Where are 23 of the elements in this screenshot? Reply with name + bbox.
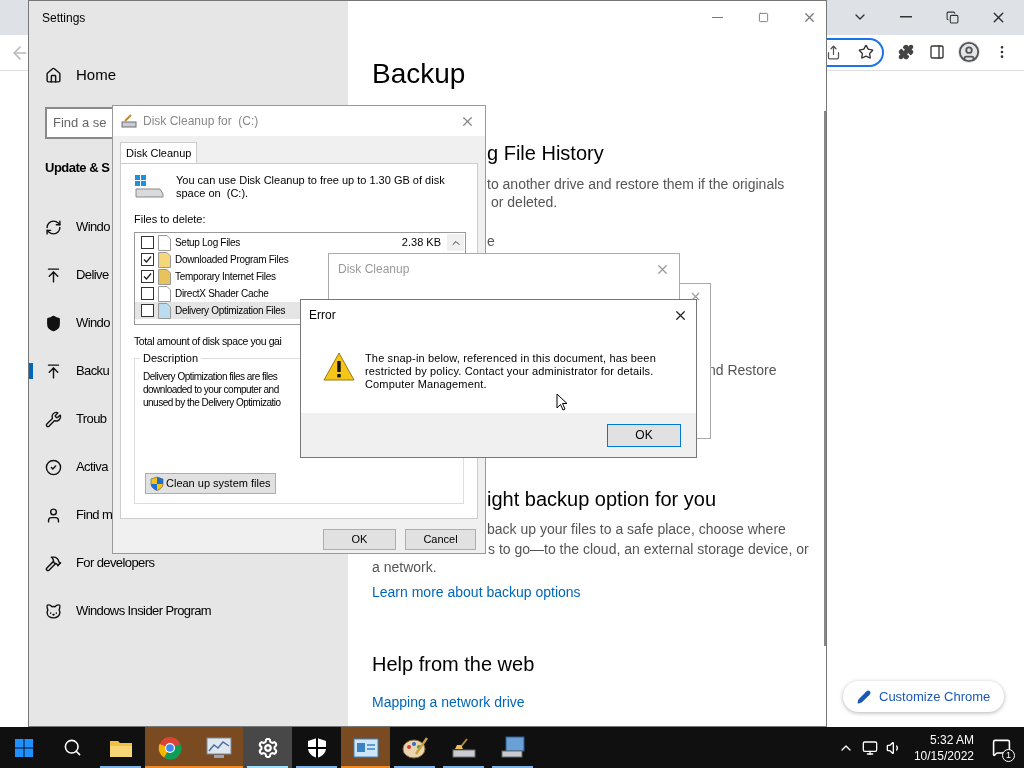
total-label: Total amount of disk space you gai — [134, 334, 282, 348]
page-title: Backup — [372, 57, 466, 91]
section-heading: g File History — [487, 141, 604, 166]
window-title: Settings — [42, 10, 87, 26]
description-text: Delivery Optimization files are files — [143, 370, 278, 383]
intro-text: You can use Disk Cleanup to free up to 1.30 GB of disk space on (C:). — [176, 174, 446, 200]
description-text: downloaded to your computer and — [143, 383, 279, 396]
body-text: or deleted. — [491, 193, 558, 211]
files-label: Files to delete: — [134, 212, 207, 226]
body-text: back up your files to a safe place, choose where — [487, 520, 786, 538]
section-heading: Help from the web — [372, 652, 535, 677]
dialog-title: Disk Cleanup — [338, 261, 410, 278]
body-text: s to go—to the cloud, an external storage device, or — [488, 540, 809, 558]
dialog-title: Error — [309, 307, 336, 324]
error-message: The snap-in below, referenced in this document, has been restricted by policy. Contact your administrator for details. Computer Management. — [365, 352, 657, 391]
body-text: to another drive and restore them if the originals — [487, 175, 785, 193]
window-title: Disk Cleanup for (C:) — [143, 113, 259, 130]
body-text: a network. — [372, 558, 437, 576]
section-heading: ight backup option for you — [487, 487, 717, 512]
group-title: Description — [140, 351, 202, 365]
description-text: unused by the Delivery Optimizatio — [143, 396, 281, 409]
body-text: e — [487, 232, 495, 250]
section-title: Update & S — [45, 159, 110, 177]
